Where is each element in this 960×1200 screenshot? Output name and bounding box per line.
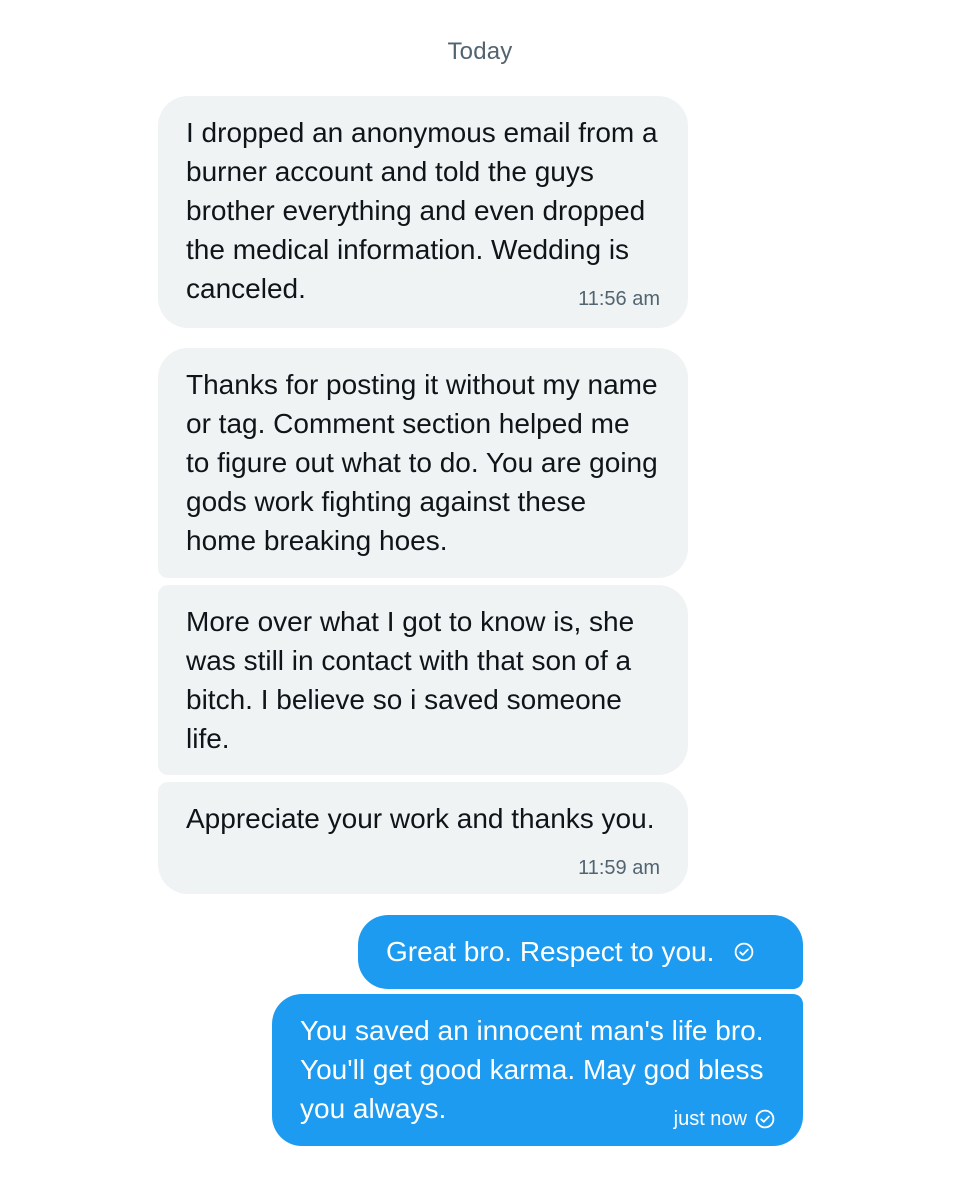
- incoming-message[interactable]: Appreciate your work and thanks you. 11:…: [158, 782, 688, 894]
- date-separator: Today: [447, 38, 513, 65]
- message-text: I dropped an anonymous email from a burn…: [186, 117, 658, 304]
- message-text: Great bro. Respect to you.: [386, 936, 715, 967]
- sent-check-icon: [734, 942, 754, 962]
- message-timestamp: 11:56 am: [578, 288, 660, 310]
- message-text: Appreciate your work and thanks you.: [186, 803, 655, 834]
- outgoing-message[interactable]: You saved an innocent man's life bro. Yo…: [272, 994, 803, 1146]
- message-text: More over what I got to know is, she was…: [186, 606, 635, 754]
- message-timestamp: just now: [673, 1108, 747, 1130]
- incoming-message[interactable]: More over what I got to know is, she was…: [158, 585, 688, 775]
- outgoing-message[interactable]: Great bro. Respect to you.: [358, 915, 803, 989]
- message-timestamp: 11:59 am: [578, 857, 660, 879]
- incoming-message[interactable]: Thanks for posting it without my name or…: [158, 348, 688, 578]
- message-status: just now: [674, 1109, 775, 1129]
- sent-check-icon: [755, 1109, 775, 1129]
- message-text: Thanks for posting it without my name or…: [186, 369, 658, 556]
- incoming-message[interactable]: I dropped an anonymous email from a burn…: [158, 96, 688, 328]
